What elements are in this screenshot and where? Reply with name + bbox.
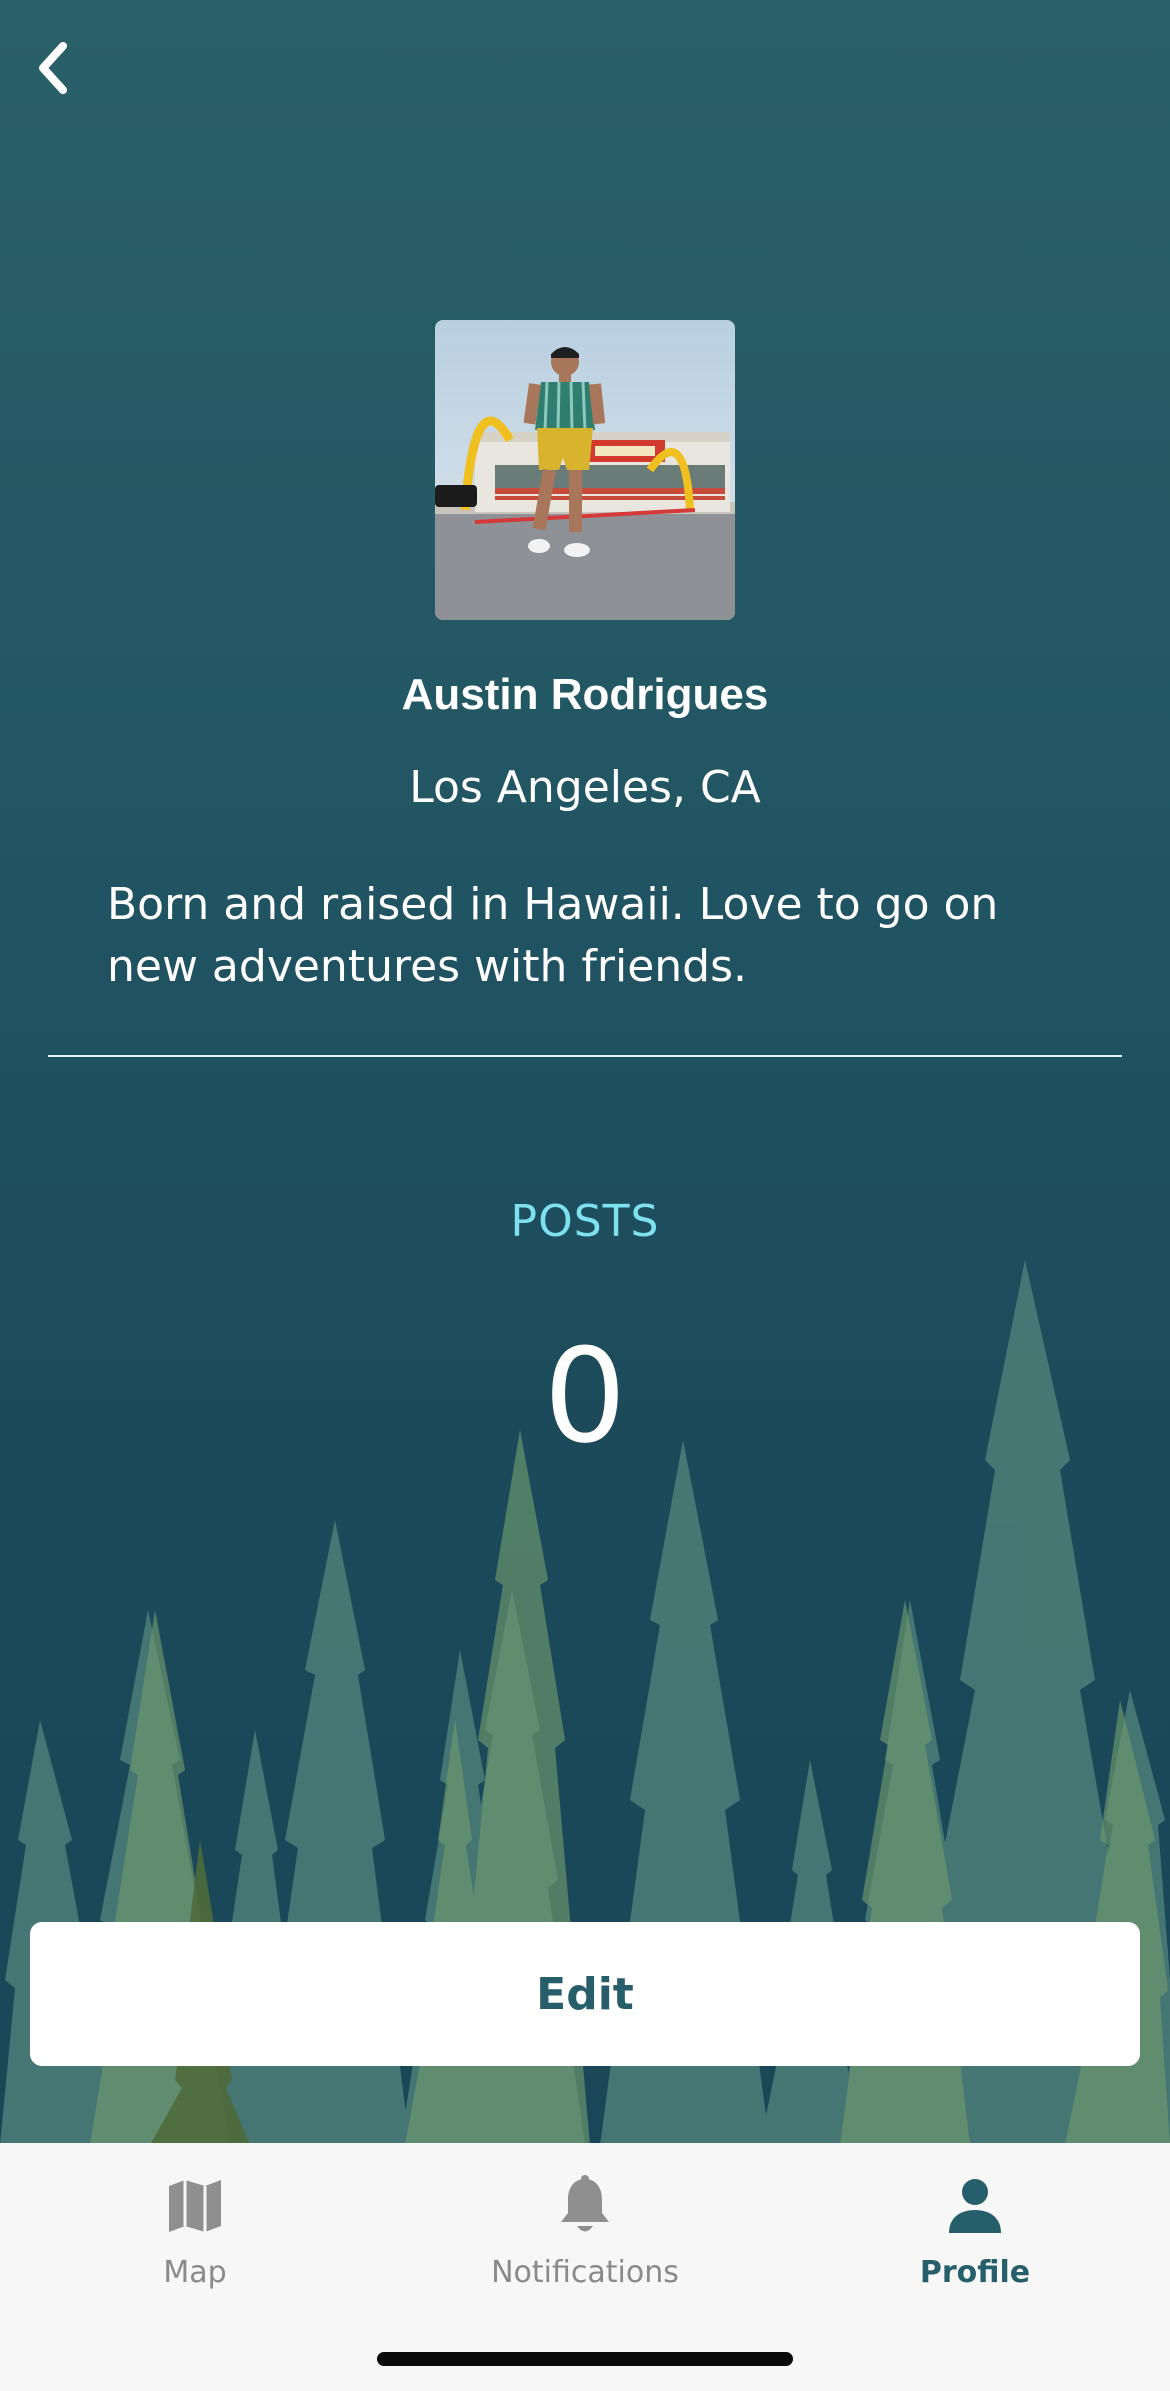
tab-notifications[interactable]: Notifications [390, 2143, 780, 2323]
person-icon [945, 2171, 1005, 2241]
edit-button[interactable]: Edit [30, 1922, 1140, 2066]
profile-name: Austin Rodrigues [401, 670, 769, 719]
avatar[interactable] [435, 320, 735, 620]
tab-profile[interactable]: Profile [780, 2143, 1170, 2323]
home-indicator [377, 2352, 793, 2366]
chevron-left-icon [39, 42, 67, 94]
tab-map-label: Map [163, 2255, 227, 2290]
profile-bio: Born and raised in Hawaii. Love to go on… [107, 879, 999, 992]
posts-count: 0 [543, 1320, 627, 1472]
divider [48, 1055, 1122, 1057]
tab-notifications-label: Notifications [491, 2255, 679, 2290]
back-button[interactable] [18, 28, 88, 108]
profile-location: Los Angeles, CA [409, 762, 761, 813]
posts-label: POSTS [510, 1196, 660, 1247]
map-icon [165, 2171, 225, 2241]
tab-map[interactable]: Map [0, 2143, 390, 2323]
bell-icon [556, 2171, 614, 2241]
avatar-photo [435, 320, 735, 620]
tab-profile-label: Profile [919, 2255, 1031, 2290]
